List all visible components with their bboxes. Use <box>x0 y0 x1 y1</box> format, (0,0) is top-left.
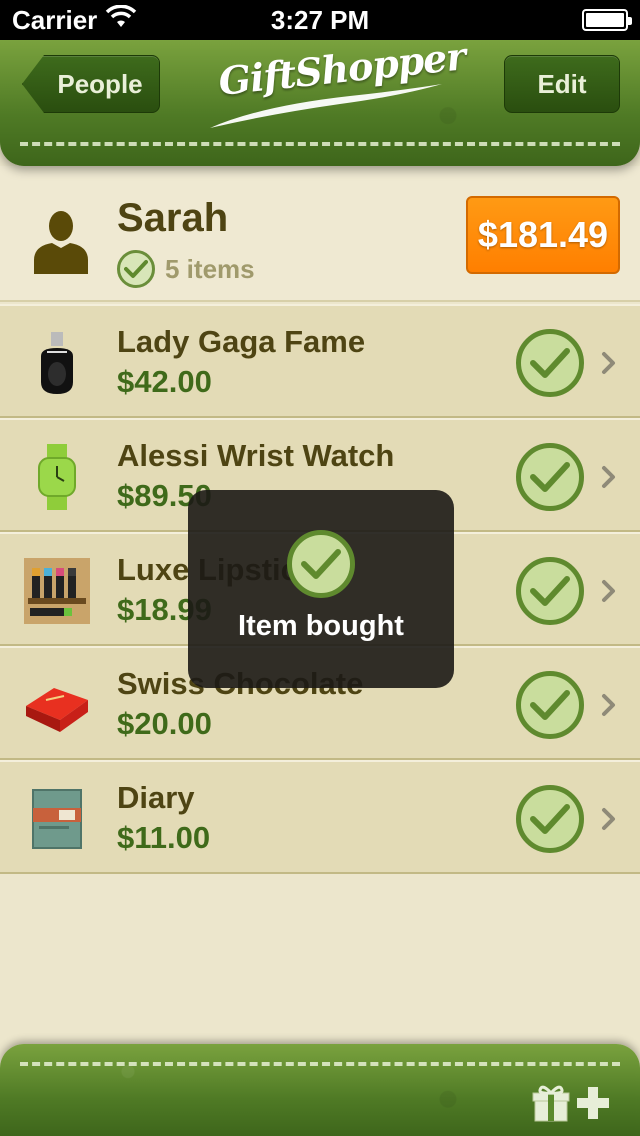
item-bought-toast: Item bought <box>188 490 454 688</box>
logo-swoosh-icon <box>210 84 442 128</box>
gift-row[interactable]: Lady Gaga Fame $42.00 <box>0 304 640 418</box>
bought-checkmark-icon[interactable] <box>516 671 584 739</box>
gift-shopper-logo: GiftShopper <box>200 33 467 134</box>
lipstick-icon <box>24 558 90 624</box>
battery-level <box>586 13 624 27</box>
plus-icon <box>577 1087 609 1119</box>
diary-book-icon <box>24 786 90 852</box>
chocolate-box-icon <box>24 672 90 738</box>
navigation-bar: People GiftShopper Edit <box>0 33 640 166</box>
chevron-right-icon <box>602 808 615 830</box>
battery-icon <box>582 9 632 31</box>
toast-message: Item bought <box>238 610 404 642</box>
person-silhouette-icon <box>34 211 88 274</box>
bought-checkmark-icon[interactable] <box>516 329 584 397</box>
people-back-button[interactable]: People <box>22 55 160 113</box>
gift-price: $20.00 <box>117 706 212 741</box>
checkmark-icon <box>287 530 355 598</box>
stitch-line <box>20 1062 620 1066</box>
person-header: Sarah 5 items $181.49 <box>0 166 640 302</box>
gift-row[interactable]: Diary $11.00 <box>0 760 640 874</box>
gift-icon <box>532 1085 570 1122</box>
bought-checkmark-icon[interactable] <box>516 557 584 625</box>
bottom-toolbar <box>0 1044 640 1136</box>
bought-checkmark-icon[interactable] <box>516 443 584 511</box>
chevron-right-icon <box>602 466 615 488</box>
chevron-right-icon <box>602 580 615 602</box>
gift-name: Lady Gaga Fame <box>117 324 366 359</box>
stitch-line <box>20 142 620 146</box>
gift-name: Diary <box>117 780 195 815</box>
wifi-icon <box>105 4 137 36</box>
bought-checkmark-icon[interactable] <box>516 785 584 853</box>
gift-price: $11.00 <box>117 820 211 855</box>
carrier-label: Carrier <box>12 4 98 35</box>
wrist-watch-icon <box>24 444 90 510</box>
item-count: 5 items <box>165 253 255 284</box>
chevron-right-icon <box>602 352 615 374</box>
checkmark-icon <box>117 250 155 288</box>
person-name: Sarah <box>117 196 229 240</box>
status-bar: Carrier 3:27 PM <box>0 0 640 40</box>
perfume-bottle-icon <box>24 330 90 396</box>
item-count-row: 5 items <box>117 250 255 288</box>
edit-button-label: Edit <box>537 68 587 99</box>
gift-name: Alessi Wrist Watch <box>117 438 395 473</box>
add-gift-button[interactable] <box>520 1080 610 1126</box>
status-left: Carrier <box>12 4 137 36</box>
edit-button[interactable]: Edit <box>504 55 620 113</box>
gift-price: $42.00 <box>117 364 212 399</box>
back-button-label: People <box>57 68 143 99</box>
chevron-right-icon <box>602 694 615 716</box>
total-price-badge: $181.49 <box>466 196 620 274</box>
